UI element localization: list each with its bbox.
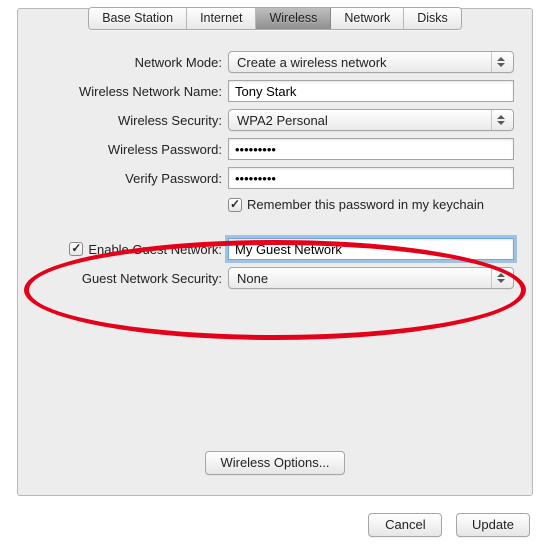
wireless-form: Network Mode: Create a wireless network …	[36, 51, 514, 296]
wireless-password-label: Wireless Password:	[36, 142, 228, 157]
wireless-password-input[interactable]	[228, 138, 514, 160]
tab-base-station[interactable]: Base Station	[89, 8, 187, 29]
guest-security-select[interactable]: None	[228, 267, 514, 289]
update-button[interactable]: Update	[456, 513, 530, 537]
tab-disks[interactable]: Disks	[404, 8, 461, 29]
updown-arrows-icon	[491, 268, 509, 288]
wireless-security-select[interactable]: WPA2 Personal	[228, 109, 514, 131]
checkbox-icon	[228, 198, 242, 212]
tab-wireless[interactable]: Wireless	[256, 8, 331, 29]
wireless-security-value: WPA2 Personal	[237, 113, 328, 128]
tab-network[interactable]: Network	[331, 8, 404, 29]
network-name-label: Wireless Network Name:	[36, 84, 228, 99]
verify-password-label: Verify Password:	[36, 171, 228, 186]
wireless-security-label: Wireless Security:	[36, 113, 228, 128]
tab-internet[interactable]: Internet	[187, 8, 256, 29]
dialog-footer: Cancel Update	[358, 513, 530, 537]
guest-security-label: Guest Network Security:	[36, 271, 228, 286]
network-mode-select[interactable]: Create a wireless network	[228, 51, 514, 73]
network-mode-value: Create a wireless network	[237, 55, 387, 70]
enable-guest-checkbox[interactable]	[69, 242, 88, 256]
guest-security-value: None	[237, 271, 268, 286]
cancel-button[interactable]: Cancel	[368, 513, 442, 537]
updown-arrows-icon	[491, 110, 509, 130]
network-mode-label: Network Mode:	[36, 55, 228, 70]
network-name-input[interactable]	[228, 80, 514, 102]
enable-guest-label: Enable Guest Network:	[88, 242, 222, 257]
verify-password-input[interactable]	[228, 167, 514, 189]
tab-bar: Base Station Internet Wireless Network D…	[18, 7, 532, 30]
remember-password-label: Remember this password in my keychain	[247, 197, 484, 212]
settings-panel: Base Station Internet Wireless Network D…	[17, 8, 533, 496]
guest-network-name-input[interactable]	[228, 238, 514, 260]
checkbox-icon	[69, 242, 83, 256]
wireless-options-button[interactable]: Wireless Options...	[205, 451, 344, 475]
remember-password-checkbox[interactable]: Remember this password in my keychain	[228, 197, 484, 212]
updown-arrows-icon	[491, 52, 509, 72]
